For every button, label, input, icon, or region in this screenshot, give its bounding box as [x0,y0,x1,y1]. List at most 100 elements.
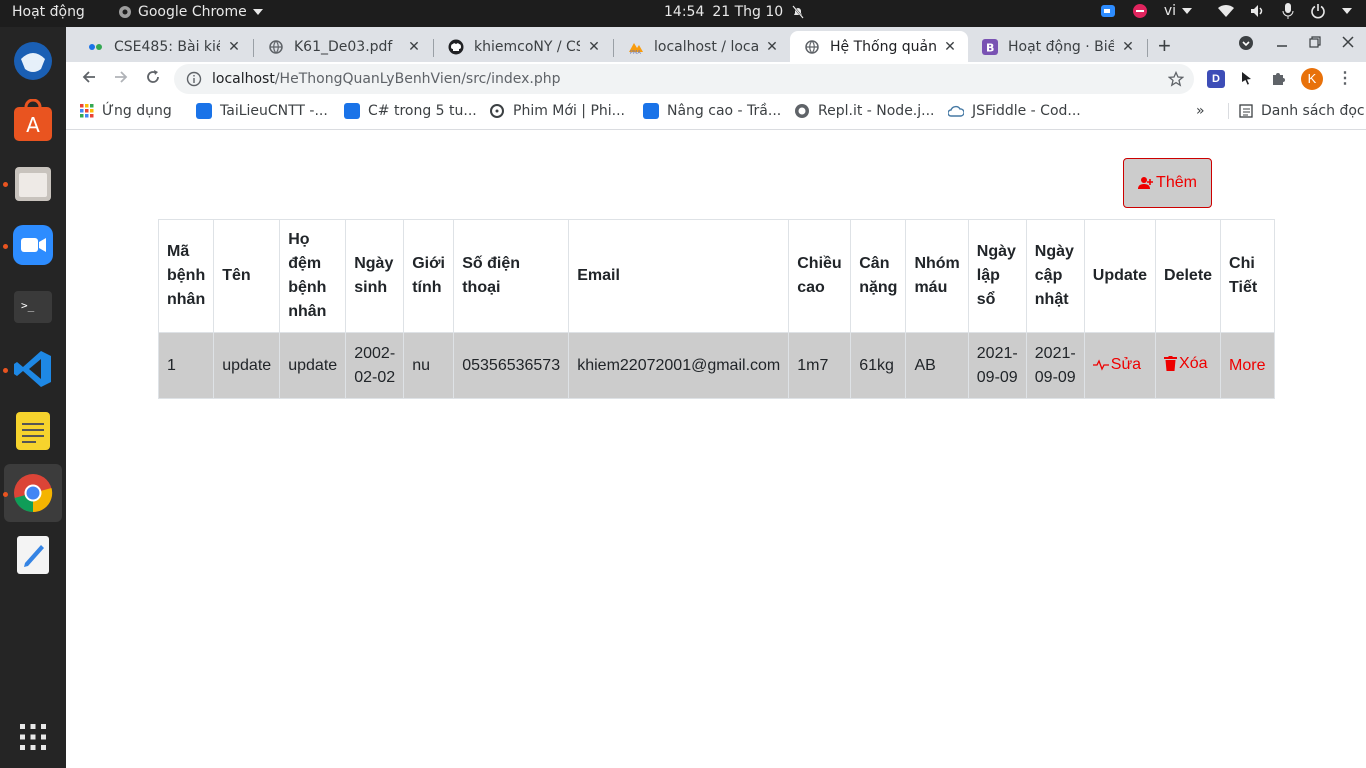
url-host: localhost [212,71,275,87]
bookmark-tailieucntt[interactable]: TaiLieuCNTT -... [196,103,328,119]
close-window-button[interactable] [1342,35,1354,51]
show-applications-icon[interactable] [11,715,55,759]
header-update: Update [1083,219,1157,333]
close-icon[interactable]: ✕ [942,39,958,55]
film-icon [490,104,504,118]
maximize-button[interactable] [1309,35,1321,51]
notes-icon[interactable] [11,409,55,453]
new-tab-button[interactable]: + [1158,33,1171,59]
header-email: Email [568,219,790,333]
back-button[interactable] [78,68,100,90]
extension-cursor-icon[interactable] [1238,70,1256,88]
more-link[interactable]: More [1229,354,1265,378]
cell-detail: More [1220,332,1276,399]
tab-phpmyadmin[interactable]: PMA localhost / localh ✕ [614,31,790,62]
notifications-off-icon [792,5,804,19]
close-icon[interactable]: ✕ [1120,39,1136,55]
patient-table: Mã bệnh nhân Tên Họ đệm bệnh nhân Ngày s… [157,219,1276,399]
bookmark-nang-cao[interactable]: Nâng cao - Trầ... [643,103,781,119]
tab-bootstrap[interactable]: B Hoạt động · Biể ✕ [968,31,1146,62]
phpmyadmin-icon: PMA [628,39,644,55]
reading-list-button[interactable]: Danh sách đọc [1228,103,1365,119]
edit-link[interactable]: Sửa [1092,353,1142,377]
reading-list-label: Danh sách đọc [1261,103,1365,119]
info-icon[interactable] [186,71,202,87]
tailieu-icon [643,103,659,119]
reload-button[interactable] [142,68,164,90]
bootstrap-icon: B [982,38,998,55]
more-menu-icon[interactable]: ⋮ [1336,70,1354,88]
teams-icon [88,39,104,55]
add-patient-button[interactable]: Thêm [1123,158,1212,208]
tab-he-thong-quan-ly[interactable]: Hệ Thống quản ✕ [790,31,968,62]
software-center-icon[interactable]: A [11,98,55,143]
trash-icon [1164,356,1178,372]
close-icon[interactable]: ✕ [586,39,602,55]
files-icon[interactable] [11,161,55,205]
header-nhom-mau: Nhóm máu [905,219,969,333]
forward-arrow-icon [115,71,128,83]
close-icon[interactable]: ✕ [764,39,780,55]
cell-gioi-tinh: nu [403,332,455,399]
tab-title: Hệ Thống quản [830,38,936,55]
header-so-dien-thoai: Số điện thoại [453,219,570,333]
cell-id: 1 [157,332,215,399]
bookmarks-overflow-button[interactable]: » [1196,103,1205,119]
extension-d-icon[interactable]: D [1207,70,1225,88]
thunderbird-icon[interactable] [11,39,55,83]
close-icon[interactable]: ✕ [226,39,242,55]
pulse-icon [1092,358,1109,371]
bookmark-label: Repl.it - Node.j... [818,103,935,119]
cell-ngay-sinh: 2002-02-02 [345,332,405,399]
tab-search-button[interactable] [1238,35,1254,54]
user-plus-icon [1138,177,1154,189]
profile-avatar[interactable]: K [1301,68,1323,90]
chevron-down-icon [1182,8,1192,14]
cell-ngay-cap-nhat: 2021-09-09 [1025,332,1085,399]
chevron-down-icon [252,9,263,15]
overflow-chevron-icon: » [1196,103,1205,119]
minimize-button[interactable] [1276,35,1288,51]
bookmark-star-icon[interactable] [1168,71,1184,87]
extensions-puzzle-icon[interactable] [1270,70,1288,88]
tab-title: CSE485: Bài kiểm [114,38,220,55]
cell-ten: update [213,332,281,399]
browser-toolbar: localhost/HeThongQuanLyBenhVien/src/inde… [66,62,1366,96]
tab-github[interactable]: khiemcoNY / CSE ✕ [434,31,612,62]
running-indicator [3,492,8,497]
clock-time: 14:54 [664,4,705,20]
language-selector[interactable]: vi [1164,3,1192,19]
bookmark-replit[interactable]: Repl.it - Node.j... [794,103,935,119]
terminal-icon[interactable]: >_ [11,285,55,329]
forward-button[interactable] [110,68,132,90]
cell-delete: Xóa [1155,332,1222,399]
bookmark-label: C# trong 5 tu... [368,103,477,119]
chrome-icon[interactable] [11,471,55,515]
tab-k61-de03[interactable]: K61_De03.pdf ✕ [254,31,432,62]
page-content: Thêm Mã bệnh nhân Tên Họ đệm bệnh nhân N… [66,131,1366,768]
zoom-tray-icon [1100,5,1115,17]
tab-cse485[interactable]: CSE485: Bài kiểm ✕ [74,31,252,62]
running-indicator [3,368,8,373]
bookmark-phim-moi[interactable]: Phim Mới | Phi... [489,103,625,119]
delete-label: Xóa [1179,354,1208,372]
system-tray[interactable]: vi [1100,3,1352,19]
edit-label: Sửa [1110,355,1142,373]
close-icon[interactable]: ✕ [406,39,422,55]
tab-title: K61_De03.pdf [294,38,393,55]
delete-link[interactable]: Xóa [1164,352,1207,376]
app-menu[interactable]: Google Chrome [118,4,263,20]
power-icon [1311,4,1325,19]
text-editor-icon[interactable] [11,533,55,577]
url-path: /HeThongQuanLyBenhVien/src/index.php [274,71,561,87]
header-ngay-cap-nhat: Ngày cập nhật [1025,219,1085,333]
address-bar[interactable]: localhost/HeThongQuanLyBenhVien/src/inde… [174,64,1194,94]
header-ngay-lap-so: Ngày lập sổ [967,219,1027,333]
bookmark-apps[interactable]: Ứng dụng [80,103,172,119]
zoom-icon[interactable] [11,223,55,267]
bookmark-csharp[interactable]: C# trong 5 tu... [344,103,477,119]
bookmark-jsfiddle[interactable]: JSFiddle - Cod... [948,103,1081,119]
vscode-icon[interactable] [11,347,55,391]
activities-button[interactable]: Hoạt động [12,4,85,20]
clock[interactable]: 14:54 21 Thg 10 [664,4,805,20]
